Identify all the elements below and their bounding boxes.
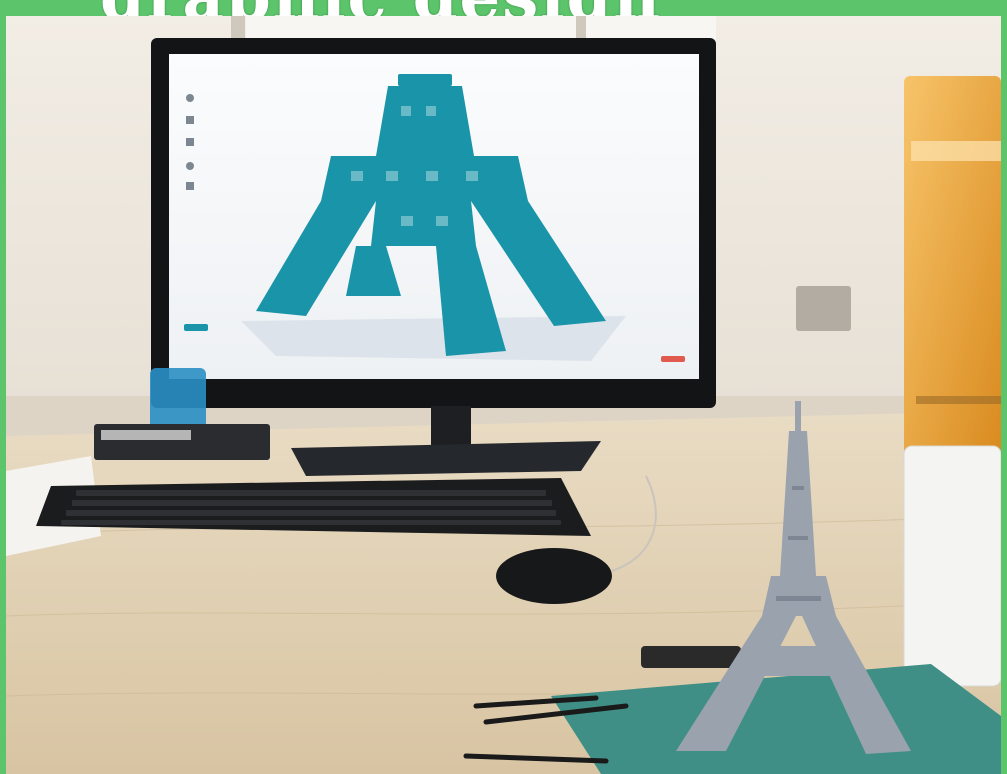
keyboard	[36, 478, 591, 536]
printer-orange-cover	[904, 76, 1001, 466]
mouse-icon	[496, 548, 612, 604]
tool-icon	[186, 116, 194, 124]
screen-button-right	[661, 356, 685, 362]
tool-icon	[186, 138, 194, 146]
small-tool	[641, 646, 741, 668]
photo-frame: graphic design	[0, 0, 1007, 774]
book	[94, 424, 270, 460]
tool-icon	[186, 182, 194, 190]
title-banner: graphic design	[0, 0, 1007, 16]
banner-title: graphic design	[100, 0, 662, 16]
desk-scene	[6, 16, 1001, 774]
3d-printer	[903, 76, 1001, 687]
desk-photo	[6, 16, 1001, 774]
tool-icon	[186, 94, 194, 102]
screen-button-left	[184, 324, 208, 331]
printer-base	[903, 445, 1001, 687]
wall-outlet	[796, 286, 851, 331]
keyboard-icon	[36, 478, 591, 536]
tool-icon	[186, 162, 194, 170]
